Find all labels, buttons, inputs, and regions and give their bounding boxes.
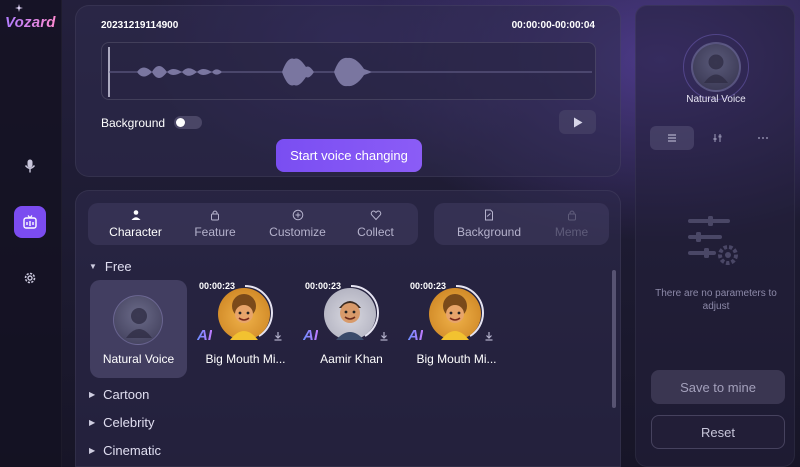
user-silhouette-icon [126, 308, 152, 338]
section-celebrity[interactable]: ▶ Celebrity [89, 415, 154, 430]
background-toggle[interactable] [174, 116, 202, 129]
extra-category-tabs: Background Meme [434, 203, 609, 245]
settings-sliders-icon [688, 216, 738, 265]
caret-down-icon: ▼ [89, 262, 97, 271]
toggle-knob [176, 118, 185, 127]
sparkle-icon [15, 4, 23, 12]
tab-label: Background [456, 225, 522, 239]
tab-meme: Meme [539, 203, 604, 245]
voice-name: Aamir Khan [320, 352, 383, 366]
settings-tabs [650, 126, 785, 150]
tab-character[interactable]: Character [98, 203, 173, 245]
download-icon[interactable] [273, 331, 283, 341]
gear-icon [24, 272, 36, 284]
waveform[interactable] [101, 42, 596, 100]
microphone-nav-button[interactable] [14, 150, 46, 182]
app-logo: Vozard [5, 14, 56, 31]
recording-file-name: 20231219114900 [101, 20, 179, 31]
voice-list-scrollbar[interactable] [612, 270, 616, 408]
voice-tile-natural[interactable]: Natural Voice [90, 280, 187, 378]
waveform-graphic [108, 47, 592, 97]
caret-right-icon: ▶ [89, 446, 96, 455]
section-free[interactable]: ▼ Free [89, 259, 132, 274]
start-voice-changing-button[interactable]: Start voice changing [276, 139, 422, 172]
heart-icon [370, 210, 381, 221]
tab-collect[interactable]: Collect [343, 203, 408, 245]
section-label: Celebrity [103, 415, 155, 430]
reset-button[interactable]: Reset [651, 415, 785, 449]
voice-name: Big Mouth Mi... [416, 352, 497, 366]
avatar-aamir-khan [324, 288, 376, 340]
voice-library-card: Character Feature Customize Collect Back… [75, 190, 621, 467]
section-label: Free [104, 259, 132, 274]
tab-label: Character [109, 225, 162, 239]
avatar [691, 42, 741, 92]
section-cartoon[interactable]: ▶ Cartoon [89, 387, 149, 402]
ai-badge: AI [408, 327, 423, 344]
voice-name: Natural Voice [102, 352, 175, 366]
settings-nav-button[interactable] [14, 262, 46, 294]
cartoon-face-icon [441, 294, 469, 340]
plus-circle-icon [292, 209, 303, 221]
voice-name: Big Mouth Mi... [205, 352, 286, 366]
more-icon [758, 137, 768, 139]
caret-right-icon: ▶ [89, 418, 96, 427]
tab-adjust[interactable] [696, 126, 740, 150]
ai-badge: AI [303, 327, 318, 344]
avatar-big-mouth [429, 288, 481, 340]
tab-label: Feature [194, 225, 236, 239]
avatar [113, 295, 163, 345]
save-to-mine-button[interactable]: Save to mine [651, 370, 785, 404]
tab-label: Meme [554, 225, 589, 239]
play-button[interactable] [559, 110, 596, 134]
lock-icon [567, 210, 576, 221]
play-icon [573, 117, 582, 127]
tab-list[interactable] [650, 126, 694, 150]
voice-changer-nav-button[interactable] [14, 206, 46, 238]
recording-card: 20231219114900 00:00:00-00:00:04 Backgro… [75, 5, 621, 177]
ai-badge: AI [197, 327, 212, 344]
cartoon-face-icon [230, 294, 258, 340]
download-icon[interactable] [379, 331, 389, 341]
selected-voice-name: Natural Voice [686, 94, 746, 105]
microphone-icon [24, 159, 36, 173]
avatar-big-mouth [218, 288, 270, 340]
recording-time-range: 00:00:00-00:00:04 [511, 20, 595, 31]
list-icon [668, 134, 676, 142]
voice-category-tabs: Character Feature Customize Collect [88, 203, 418, 245]
tab-feature[interactable]: Feature [180, 203, 250, 245]
selected-voice-avatar [683, 34, 749, 100]
sidebar: Vozard [0, 0, 62, 467]
download-icon[interactable] [484, 331, 494, 341]
section-label: Cartoon [103, 387, 150, 402]
person-icon [131, 210, 140, 220]
section-label: Cinematic [103, 443, 161, 458]
file-icon [485, 209, 493, 221]
tab-label: Collect [357, 225, 394, 239]
lock-icon [211, 210, 219, 221]
cartoon-face-icon [336, 301, 364, 340]
user-silhouette-icon [704, 54, 728, 83]
voice-tile-aamir-khan[interactable]: 00:00:23 AI Aamir Khan [303, 280, 400, 378]
background-label: Background [101, 116, 166, 130]
voice-tile-big-mouth-2[interactable]: 00:00:23 AI Big Mouth Mi... [408, 280, 505, 378]
empty-parameters-message: There are no parameters to adjust [655, 288, 777, 312]
voice-settings-panel: Natural Voice There are no parameters to… [635, 5, 795, 467]
section-cinematic[interactable]: ▶ Cinematic [89, 443, 161, 458]
sliders-icon [713, 134, 722, 142]
tab-more[interactable] [741, 126, 785, 150]
voice-changer-icon [23, 215, 37, 229]
tab-background[interactable]: Background [439, 203, 539, 245]
voice-tile-big-mouth-1[interactable]: 00:00:23 AI Big Mouth Mi... [197, 280, 294, 378]
caret-right-icon: ▶ [89, 390, 96, 399]
tab-label: Customize [269, 225, 326, 239]
tab-customize[interactable]: Customize [260, 203, 335, 245]
